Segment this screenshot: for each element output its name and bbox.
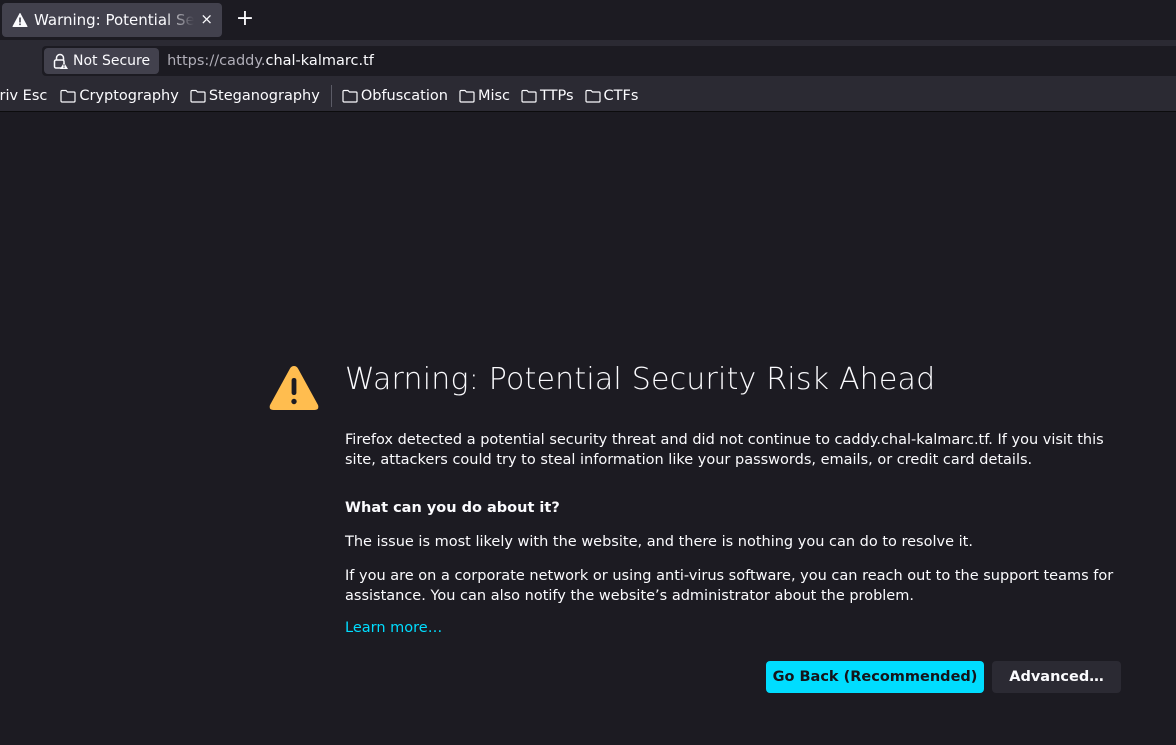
bookmark-label: TTPs (540, 88, 574, 104)
url-host: chal-kalmarc.tf (265, 53, 374, 69)
tab-strip: Warning: Potential Security Risk Ahead ×… (0, 0, 1176, 40)
warning-icon (269, 366, 319, 410)
lock-warning-icon (53, 53, 68, 69)
folder-icon (521, 89, 537, 103)
folder-icon (342, 89, 358, 103)
advanced-button[interactable]: Advanced… (992, 661, 1121, 693)
bookmark-folder-misc[interactable]: Misc (459, 88, 510, 104)
bookmark-folder-obfuscation[interactable]: Obfuscation (342, 88, 448, 104)
folder-icon (459, 89, 475, 103)
bookmark-label: Obfuscation (360, 88, 448, 104)
what-can-you-do-heading: What can you do about it? (345, 500, 560, 516)
url-text[interactable]: https://caddy.chal-kalmarc.tf (167, 53, 374, 69)
bookmark-folder-ctfs[interactable]: CTFs (584, 88, 639, 104)
intro-text: Firefox detected a potential security th… (345, 432, 1104, 468)
warning-icon (12, 12, 28, 28)
bookmark-label: Cryptography (79, 88, 179, 104)
bookmark-folder-steganography[interactable]: Steganography (190, 88, 320, 104)
folder-icon (190, 89, 206, 103)
tab-warning[interactable]: Warning: Potential Security Risk Ahead × (2, 3, 222, 37)
plus-icon[interactable]: + (234, 8, 256, 30)
bookmark-label: Steganography (208, 88, 320, 104)
bookmark-separator (330, 85, 332, 107)
page-title: Warning: Potential Security Risk Ahead (345, 362, 936, 397)
site-identity-button[interactable]: Not Secure (44, 48, 160, 74)
corporate-network-text: If you are on a corporate network or usi… (345, 568, 1114, 604)
folder-icon (584, 89, 601, 103)
bookmarks-toolbar: Priv Esc Cryptography Steganography Obfu… (0, 81, 1176, 112)
url-prefix: https://caddy. (167, 53, 266, 69)
bookmark-priv-esc[interactable]: Priv Esc (0, 88, 47, 104)
close-icon[interactable]: × (200, 11, 213, 27)
page-content: Warning: Potential Security Risk Ahead F… (0, 113, 1176, 745)
bookmark-folder-ttps[interactable]: TTPs (521, 88, 574, 104)
bookmark-folder-cryptography[interactable]: Cryptography (60, 88, 179, 104)
bookmark-label: Misc (477, 88, 511, 104)
navigation-bar: Not Secure https://caddy.chal-kalmarc.tf (0, 40, 1176, 81)
bookmark-label: CTFs (603, 88, 639, 104)
learn-more-link[interactable]: Learn more… (345, 620, 442, 636)
tab-title: Warning: Potential Security Risk Ahead (34, 11, 194, 29)
url-bar[interactable]: Not Secure https://caddy.chal-kalmarc.tf (42, 46, 1176, 76)
not-secure-label: Not Secure (73, 53, 151, 69)
issue-text: The issue is most likely with the websit… (345, 534, 973, 550)
go-back-button[interactable]: Go Back (Recommended) (766, 661, 984, 693)
folder-icon (60, 89, 76, 103)
